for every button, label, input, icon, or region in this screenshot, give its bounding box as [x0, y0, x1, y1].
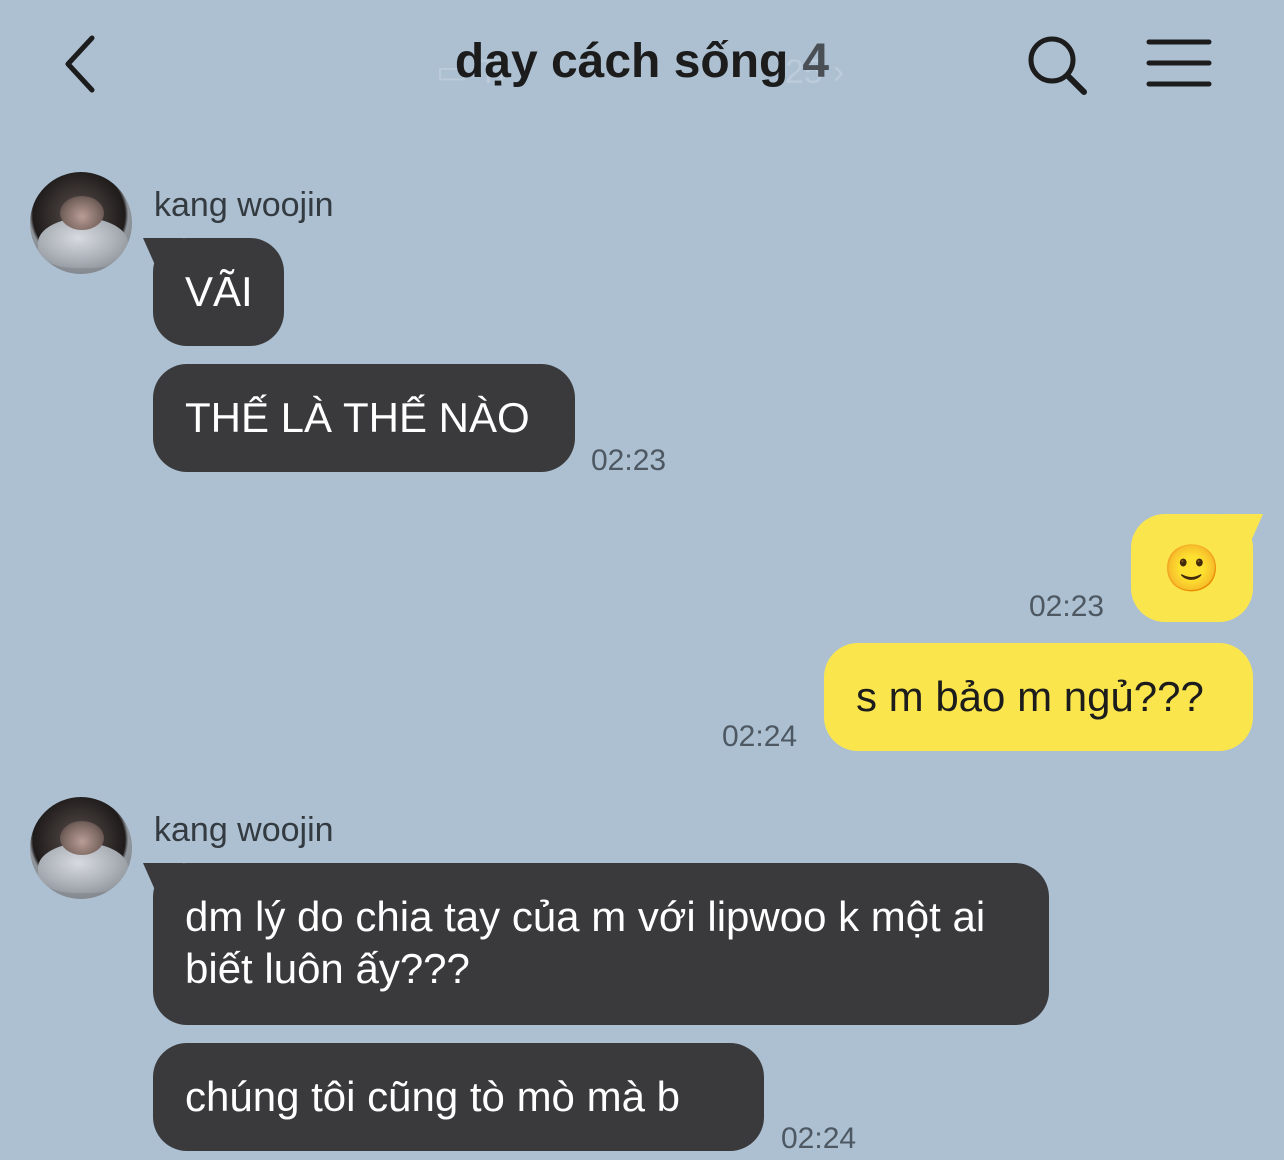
sender-name: kang woojin [154, 186, 334, 224]
message-bubble-received[interactable]: VÃI [153, 238, 284, 346]
message-bubble-received[interactable]: chúng tôi cũng tò mò mà b [153, 1043, 764, 1151]
message-bubble-received[interactable]: THẾ LÀ THẾ NÀO [153, 364, 575, 472]
sender-name: kang woojin [154, 811, 334, 849]
back-button[interactable] [52, 30, 112, 98]
message-text: 🙂 [1163, 541, 1221, 595]
avatar[interactable] [30, 172, 132, 274]
search-button[interactable] [1024, 32, 1090, 98]
message-bubble-received[interactable]: dm lý do chia tay của m với lipwoo k một… [153, 863, 1049, 1025]
chat-title-text: dạy cách sống [454, 35, 789, 88]
message-text: chúng tôi cũng tò mò mà b [185, 1073, 680, 1120]
chat-title: dạy cách sống 4 [292, 34, 992, 89]
message-bubble-sent[interactable]: s m bảo m ngủ??? [824, 643, 1253, 751]
message-timestamp: 02:24 [722, 720, 798, 753]
message-timestamp: 02:23 [1029, 590, 1105, 623]
message-bubble-sent[interactable]: 🙂 [1131, 514, 1253, 622]
chevron-left-icon [65, 35, 95, 93]
chat-header: ▭ Ti 25 › dạy cách sống 4 [0, 0, 1284, 140]
message-timestamp: 02:23 [591, 444, 667, 477]
menu-button[interactable] [1146, 36, 1212, 92]
search-icon [1028, 36, 1087, 95]
message-text: THẾ LÀ THẾ NÀO [185, 394, 530, 441]
avatar[interactable] [30, 797, 132, 899]
message-text: dm lý do chia tay của m với lipwoo k một… [185, 893, 986, 992]
hamburger-menu-icon [1146, 39, 1212, 87]
member-count: 4 [802, 35, 830, 88]
message-text: s m bảo m ngủ??? [856, 673, 1204, 720]
message-text: VÃI [185, 268, 253, 315]
message-timestamp: 02:24 [781, 1122, 857, 1155]
